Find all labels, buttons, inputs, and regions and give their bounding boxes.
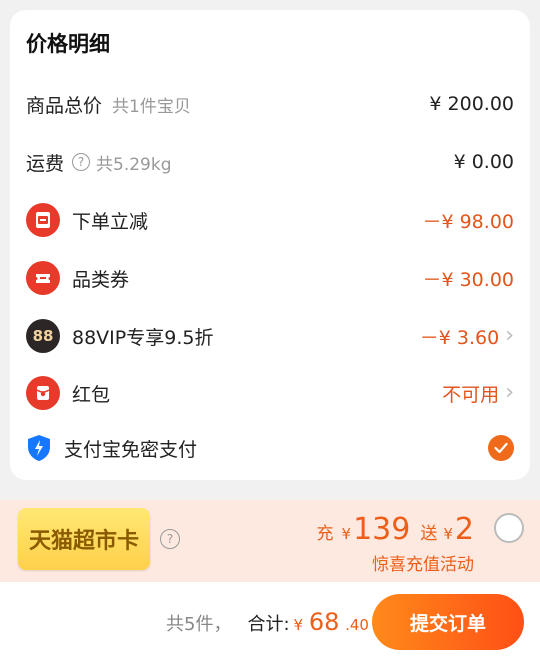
total-decimal: .40: [345, 616, 369, 634]
discount-value-group: －¥ 3.60 ›: [420, 323, 514, 350]
subtotal-row: 商品总价 共1件宝贝 ¥ 200.00: [26, 84, 514, 124]
shipping-label: 运费: [26, 152, 65, 175]
gift-amount: 2: [454, 512, 474, 547]
shipping-row: 运费 ? 共5.29kg ¥ 0.00: [26, 142, 514, 182]
alipay-row[interactable]: 支付宝免密支付: [26, 428, 514, 468]
chevron-right-icon: ›: [505, 323, 514, 348]
alipay-shield-icon: [26, 434, 52, 462]
charge-yen: ¥: [341, 525, 352, 543]
discount-label: 品类券: [72, 268, 130, 291]
discount-row-order: 下单立减 －¥ 98.00: [26, 200, 514, 240]
promo-subtitle: 惊喜充值活动: [372, 555, 474, 575]
shipping-value: ¥ 0.00: [453, 151, 514, 173]
red-packet-value: 不可用: [442, 383, 500, 406]
price-detail-title: 价格明细: [26, 32, 110, 56]
gift-yen: ¥: [443, 525, 453, 543]
subtotal-value: ¥ 200.00: [429, 93, 514, 115]
total-integer: 68: [308, 608, 340, 636]
shipping-weight: 共5.29kg: [96, 154, 172, 175]
discount-row-88vip[interactable]: 88 88VIP专享9.5折 －¥ 3.60 ›: [26, 316, 514, 356]
alipay-label: 支付宝免密支付: [64, 438, 198, 461]
help-icon[interactable]: ?: [160, 529, 180, 549]
total-yen: ¥: [293, 616, 304, 634]
discount-label: 下单立减: [72, 210, 149, 233]
subtotal-label: 商品总价: [26, 94, 103, 117]
charge-label: 充: [316, 524, 334, 544]
88vip-icon: 88: [26, 319, 60, 353]
red-packet-label: 红包: [72, 383, 111, 406]
price-detail-card: 价格明细 商品总价 共1件宝贝 ¥ 200.00 运费 ? 共5.29kg ¥ …: [10, 10, 530, 480]
alipay-checkbox[interactable]: [488, 435, 514, 461]
checkout-bar: 共5件， 合计: ¥ 68 .40 提交订单: [0, 582, 540, 663]
discount-value: －¥ 30.00: [422, 268, 514, 291]
ticket-icon: [26, 261, 60, 295]
help-icon[interactable]: ?: [72, 153, 91, 171]
submit-order-button[interactable]: 提交订单: [372, 594, 524, 650]
red-packet-row[interactable]: 红包 不可用 ›: [26, 373, 514, 413]
order-total: 共5件， 合计: ¥ 68 .40: [166, 608, 369, 636]
promo-radio[interactable]: [494, 513, 524, 543]
total-label: 合计:: [247, 614, 290, 635]
tmall-card-badge: 天猫超市卡: [18, 508, 150, 570]
red-packet-value-group: 不可用 ›: [442, 380, 514, 407]
recharge-offer: 充 ¥ 139 送 ¥ 2: [317, 512, 474, 547]
tmall-card-promo[interactable]: 天猫超市卡 ? 充 ¥ 139 送 ¥ 2 惊喜充值活动: [0, 500, 540, 582]
gift-label: 送: [420, 524, 438, 544]
discount-label: 88VIP专享9.5折: [72, 326, 214, 349]
chevron-right-icon: ›: [505, 380, 514, 405]
total-amount: ¥ 68 .40: [290, 608, 369, 636]
charge-amount: 139: [353, 512, 411, 547]
item-count: 共5件，: [166, 614, 232, 635]
red-packet-icon: [26, 376, 60, 410]
discount-value: －¥ 3.60: [419, 326, 500, 349]
reduce-coupon-icon: [26, 203, 60, 237]
discount-row-category: 品类券 －¥ 30.00: [26, 258, 514, 298]
discount-value: －¥ 98.00: [422, 210, 514, 233]
subtotal-count: 共1件宝贝: [112, 96, 191, 117]
